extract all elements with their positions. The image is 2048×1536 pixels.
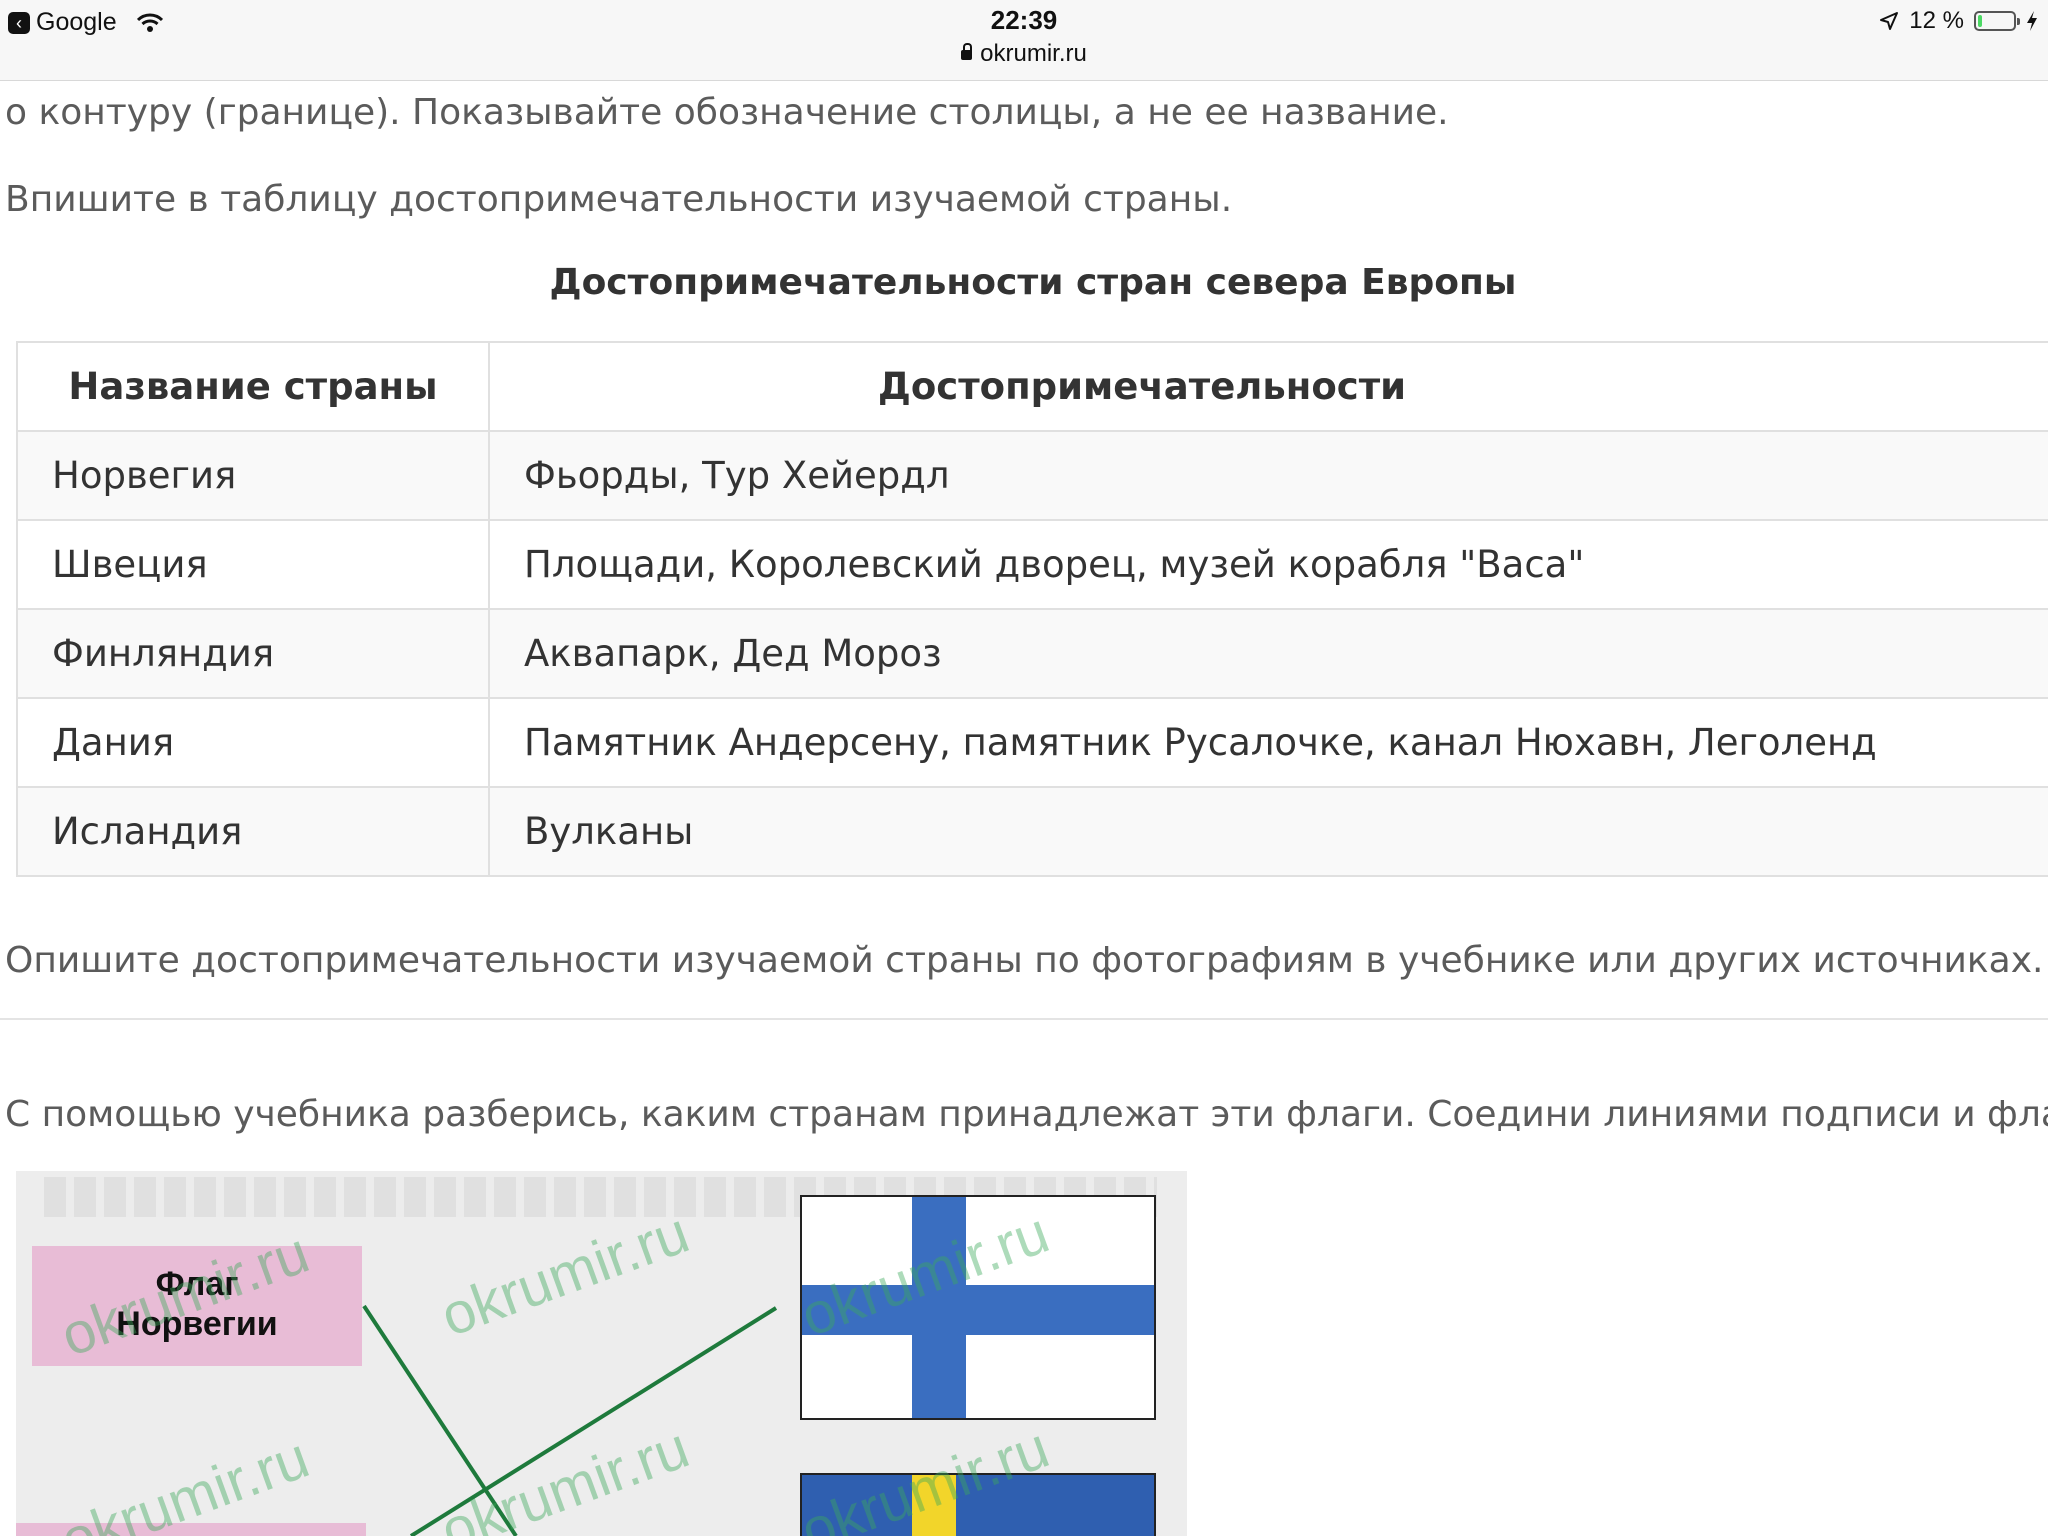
divider — [0, 1018, 2048, 1020]
flags-exercise-image: Флаг Норвегии okrumir.ru okrumir.ru okru… — [16, 1171, 1187, 1536]
cell-sights: Памятник Андерсену, памятник Русалочке, … — [488, 697, 2048, 788]
paragraph-partial: о контуру (границе). Показывайте обознач… — [5, 92, 1449, 133]
table-row: Дания Памятник Андерсену, памятник Русал… — [16, 697, 2048, 788]
table-row: Исландия Вулканы — [16, 786, 2048, 877]
cell-sights: Фьорды, Тур Хейердл — [488, 430, 2048, 521]
instruction-table: Впишите в таблицу достопримечательности … — [5, 179, 1233, 220]
table-row: Швеция Площади, Королевский дворец, музе… — [16, 519, 2048, 610]
cell-country: Дания — [16, 697, 490, 788]
instruction-photos: Опишите достопримечательности изучаемой … — [5, 940, 2044, 981]
header-sights: Достопримечательности — [488, 341, 2048, 432]
table-row: Норвегия Фьорды, Тур Хейердл — [16, 430, 2048, 521]
cell-sights: Вулканы — [488, 786, 2048, 877]
header-country: Название страны — [16, 341, 490, 432]
table-row: Финляндия Аквапарк, Дед Мороз — [16, 608, 2048, 699]
sights-table: Название страны Достопримечательности Но… — [16, 341, 2048, 877]
cell-country: Финляндия — [16, 608, 490, 699]
cell-sights: Площади, Королевский дворец, музей кораб… — [488, 519, 2048, 610]
instruction-flags: С помощью учебника разберись, каким стра… — [5, 1094, 2048, 1135]
table-header-row: Название страны Достопримечательности — [16, 341, 2048, 432]
cell-sights: Аквапарк, Дед Мороз — [488, 608, 2048, 699]
article-content: о контуру (границе). Показывайте обознач… — [0, 0, 2048, 1536]
cell-country: Швеция — [16, 519, 490, 610]
cell-country: Норвегия — [16, 430, 490, 521]
table-title: Достопримечательности стран севера Европ… — [549, 262, 1517, 303]
cell-country: Исландия — [16, 786, 490, 877]
